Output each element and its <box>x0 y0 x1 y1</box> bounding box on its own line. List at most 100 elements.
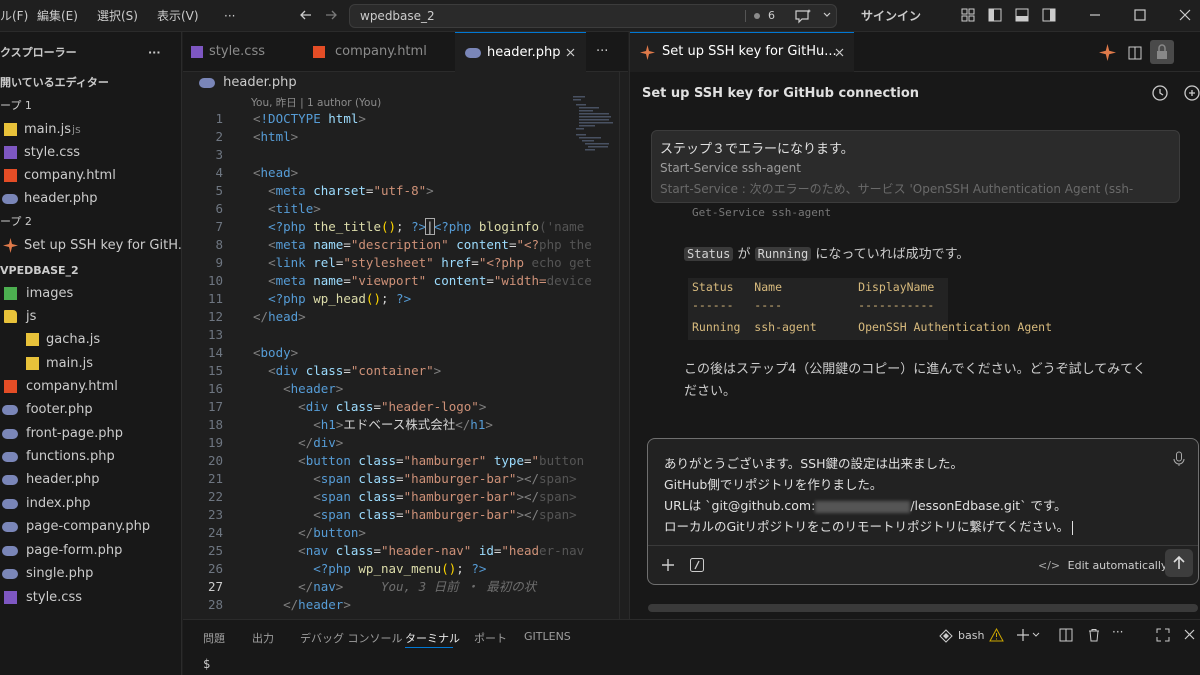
tab-style-css[interactable]: style.css <box>183 32 303 72</box>
tree-file-front-page-php[interactable]: front-page.php <box>0 422 181 445</box>
menu-edit[interactable]: 編集(E) <box>37 0 78 32</box>
tree-file-style-css[interactable]: style.css <box>0 586 181 609</box>
html-file-icon <box>313 46 325 58</box>
new-terminal-icon[interactable] <box>1016 628 1040 642</box>
tab-company-html[interactable]: company.html <box>305 32 453 72</box>
file-label: company.html <box>26 379 118 394</box>
menu-selection[interactable]: 選択(S) <box>97 0 138 32</box>
blame-annotation[interactable]: You, 昨日 | 1 author (You) <box>251 95 381 110</box>
tab-overflow-button[interactable]: ··· <box>596 32 626 72</box>
close-panel-icon[interactable] <box>1183 628 1196 641</box>
redacted-username <box>815 500 911 513</box>
menu-view[interactable]: 表示(V) <box>157 0 199 32</box>
notification-count: 6 <box>768 9 775 22</box>
open-editor-main-js[interactable]: main.js js <box>0 118 181 141</box>
trash-icon[interactable] <box>1087 628 1101 642</box>
chat-input-box[interactable]: ありがとうございます。SSH鍵の設定は出来ました。 GitHub側でリポジトリを… <box>647 438 1199 585</box>
back-arrow-icon[interactable] <box>298 7 314 23</box>
tree-file-single-php[interactable]: single.php <box>0 562 181 585</box>
tab-debug-console[interactable]: デバッグ コンソール <box>300 630 403 646</box>
forward-arrow-icon[interactable] <box>323 7 339 23</box>
php-file-icon <box>2 499 18 509</box>
tree-file-gacha-js[interactable]: gacha.js <box>0 328 181 351</box>
explorer-more-button[interactable]: ··· <box>148 41 161 64</box>
chat-horizontal-scrollbar[interactable] <box>648 604 1198 612</box>
tree-file-index-php[interactable]: index.php <box>0 492 181 515</box>
open-editor-header-php[interactable]: header.php <box>0 187 181 210</box>
file-label: header.php <box>26 472 100 487</box>
terminal-shell-name[interactable]: bash <box>958 629 984 642</box>
tree-file-functions-php[interactable]: functions.php <box>0 445 181 468</box>
tree-file-page-company-php[interactable]: page-company.php <box>0 515 181 538</box>
chat-title: Set up SSH key for GitHub connection <box>642 86 920 101</box>
tab-chat-session[interactable]: Set up SSH key for GitHu... <box>630 32 854 72</box>
user-message-bubble[interactable]: ステップ３でエラーになります。 Start-Service ssh-agent … <box>651 130 1180 203</box>
minimize-icon[interactable] <box>1087 7 1103 23</box>
tab-problems[interactable]: 問題 <box>203 630 225 646</box>
tab-label: style.css <box>209 44 265 59</box>
close-window-icon[interactable] <box>1177 7 1193 23</box>
lock-icon[interactable] <box>1150 40 1174 64</box>
close-tab-icon[interactable] <box>834 47 845 58</box>
more-actions-icon[interactable]: ··· <box>1112 625 1123 639</box>
php-file-icon <box>2 429 18 439</box>
tree-file-footer-php[interactable]: footer.php <box>0 398 181 421</box>
file-label: index.php <box>26 496 91 511</box>
chevron-down-icon[interactable] <box>822 10 832 20</box>
layout-customize-icon[interactable] <box>960 7 976 23</box>
maximize-panel-icon[interactable] <box>1156 628 1170 642</box>
tree-folder-images[interactable]: images <box>0 282 181 305</box>
history-clock-icon[interactable] <box>1151 84 1169 102</box>
js-file-icon <box>4 123 17 136</box>
warning-icon[interactable] <box>989 628 1004 642</box>
code-editor[interactable]: header.php You, 昨日 | 1 author (You) 1 <!D… <box>183 72 628 619</box>
send-button[interactable] <box>1165 549 1193 577</box>
command-center-search[interactable]: wpedbase_2 6 <box>349 4 837 28</box>
tree-file-page-form-php[interactable]: page-form.php <box>0 539 181 562</box>
open-editor-chat[interactable]: Set up SSH key for GitH... <box>0 234 181 257</box>
terminal-prompt[interactable]: $ <box>203 657 210 671</box>
slash-command-icon[interactable] <box>689 557 705 573</box>
file-label: main.js <box>46 356 93 371</box>
open-editor-style-css[interactable]: style.css <box>0 141 181 164</box>
input-line: GitHub側でリポジトリを作りました。 <box>664 477 883 492</box>
js-file-icon <box>26 333 39 346</box>
group-2-header[interactable]: ープ 2 <box>0 210 181 233</box>
user-message-line: ステップ３でエラーになります。 <box>660 142 854 157</box>
tree-file-main-js[interactable]: main.js <box>0 352 181 375</box>
dot-icon <box>754 13 760 19</box>
open-editors-header[interactable]: 開いているエディター <box>0 71 181 94</box>
breadcrumb[interactable]: header.php <box>199 74 297 92</box>
maximize-icon[interactable] <box>1132 7 1148 23</box>
toggle-panel-icon[interactable] <box>1014 7 1030 23</box>
sparkle-icon[interactable] <box>1099 44 1116 61</box>
tab-header-php[interactable]: header.php <box>455 32 586 72</box>
new-chat-icon[interactable] <box>1183 84 1200 102</box>
edit-automatically-toggle[interactable]: </> Edit automatically <box>1038 559 1167 572</box>
split-terminal-icon[interactable] <box>1059 628 1073 642</box>
menu-file[interactable]: ル(F) <box>0 0 28 32</box>
menu-more[interactable]: ··· <box>224 0 235 32</box>
microphone-icon[interactable] <box>1172 451 1186 467</box>
tab-terminal[interactable]: ターミナル <box>405 630 460 646</box>
toggle-primary-sidebar-icon[interactable] <box>987 7 1003 23</box>
file-label: style.css <box>26 590 82 605</box>
tree-folder-js[interactable]: js <box>0 305 181 328</box>
user-message-line: Start-Service : 次のエラーのため、サービス 'OpenSSH A… <box>660 182 1134 196</box>
tab-ports[interactable]: ポート <box>474 630 507 646</box>
sign-in-button[interactable]: サインイン <box>861 0 921 32</box>
add-attachment-icon[interactable] <box>660 557 676 573</box>
tab-gitlens[interactable]: GITLENS <box>524 630 571 643</box>
open-editor-company-html[interactable]: company.html <box>0 164 181 187</box>
tree-file-header-php[interactable]: header.php <box>0 468 181 491</box>
group-1-header[interactable]: ープ 1 <box>0 94 181 117</box>
input-line-url: URLは `git@github.com: /lessonEdbase.git` … <box>664 495 1067 514</box>
tab-output[interactable]: 出力 <box>252 630 274 646</box>
workspace-header[interactable]: VPEDBASE_2 <box>0 259 181 282</box>
toggle-secondary-sidebar-icon[interactable] <box>1041 7 1057 23</box>
tree-file-company-html[interactable]: company.html <box>0 375 181 398</box>
split-editor-icon[interactable] <box>1127 45 1143 61</box>
close-tab-icon[interactable] <box>565 47 576 58</box>
chat-sparkle-icon[interactable] <box>794 8 812 24</box>
url-suffix: /lessonEdbase.git` です。 <box>910 498 1067 513</box>
